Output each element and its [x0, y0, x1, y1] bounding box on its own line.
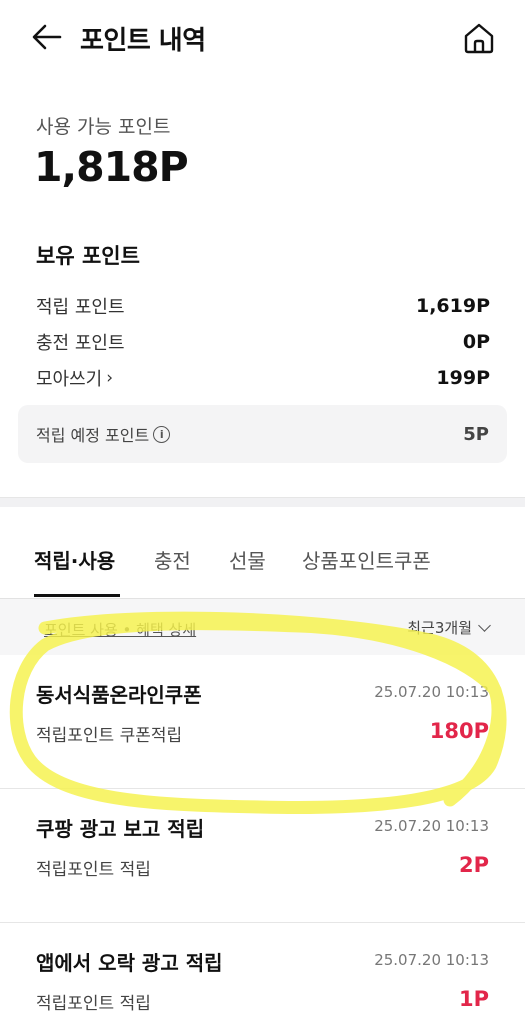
available-points-label: 사용 가능 포인트: [36, 116, 171, 138]
arrow-left-icon: [32, 24, 62, 50]
transaction-item[interactable]: 쿠팡 광고 보고 적립 25.07.20 10:13 적립포인트 적립 2P: [0, 789, 525, 923]
info-icon[interactable]: i: [153, 425, 171, 443]
available-points-amount: 1,818P: [34, 143, 189, 191]
transaction-amount: 1P: [458, 987, 489, 1011]
filter-bar: 포인트 사용 • 혜택 상세 최근3개월: [0, 599, 525, 655]
collect-points-value: 199P: [436, 367, 490, 389]
tab-earn-use[interactable]: 적립·사용: [34, 545, 115, 574]
home-button[interactable]: [460, 20, 498, 56]
period-dropdown[interactable]: 최근3개월: [407, 617, 491, 638]
transaction-amount: 2P: [458, 853, 489, 877]
transaction-item[interactable]: 앱에서 오락 광고 적립 25.07.20 10:13 적립포인트 적립 1P: [0, 923, 525, 1024]
back-button[interactable]: [30, 22, 64, 52]
transaction-type: 적립포인트 적립: [36, 994, 151, 1014]
charged-points-row: 충전 포인트 0P: [36, 328, 490, 356]
chevron-down-icon: [478, 618, 491, 632]
active-tab-indicator: [34, 594, 120, 597]
tab-gift[interactable]: 선물: [229, 545, 266, 574]
transaction-date: 25.07.20 10:13: [374, 683, 489, 701]
transaction-title: 쿠팡 광고 보고 적립: [36, 817, 205, 841]
charged-points-value: 0P: [462, 331, 490, 353]
tab-charge[interactable]: 충전: [154, 545, 191, 574]
transaction-type: 적립포인트 쿠폰적립: [36, 726, 183, 746]
chevron-right-icon: ›: [106, 368, 114, 388]
collect-points-link[interactable]: 모아쓰기 ›: [36, 365, 113, 391]
collect-points-row[interactable]: 모아쓰기 › 199P: [36, 364, 490, 392]
expected-points-box: 적립 예정 포인트 i 5P: [18, 405, 507, 463]
header: 포인트 내역: [0, 0, 525, 76]
transaction-title: 앱에서 오락 광고 적립: [36, 951, 223, 975]
transaction-item[interactable]: 동서식품온라인쿠폰 25.07.20 10:13 적립포인트 쿠폰적립 180P: [0, 655, 525, 789]
home-icon: [464, 23, 494, 54]
tab-bar: 적립·사용 충전 선물 상품포인트쿠폰: [0, 507, 525, 599]
points-benefit-detail-link[interactable]: 포인트 사용 • 혜택 상세: [44, 619, 196, 640]
charged-points-label: 충전 포인트: [36, 333, 125, 354]
transaction-type: 적립포인트 적립: [36, 860, 151, 880]
expected-points-label: 적립 예정 포인트: [36, 426, 150, 445]
earned-points-row: 적립 포인트 1,619P: [36, 292, 490, 320]
earned-points-value: 1,619P: [415, 295, 490, 317]
transaction-title: 동서식품온라인쿠폰: [36, 683, 202, 707]
collect-points-label: 모아쓰기: [36, 369, 103, 390]
tab-product-coupon[interactable]: 상품포인트쿠폰: [302, 545, 431, 574]
earned-points-label: 적립 포인트: [36, 297, 125, 318]
expected-points-label-group: 적립 예정 포인트 i: [36, 422, 171, 446]
held-points-title: 보유 포인트: [36, 244, 140, 268]
page-title: 포인트 내역: [80, 26, 206, 56]
transaction-date: 25.07.20 10:13: [374, 951, 489, 969]
transaction-date: 25.07.20 10:13: [374, 817, 489, 835]
period-label: 최근3개월: [407, 619, 472, 637]
section-divider: [0, 497, 525, 507]
expected-points-value: 5P: [463, 423, 489, 445]
transaction-amount: 180P: [429, 719, 489, 743]
